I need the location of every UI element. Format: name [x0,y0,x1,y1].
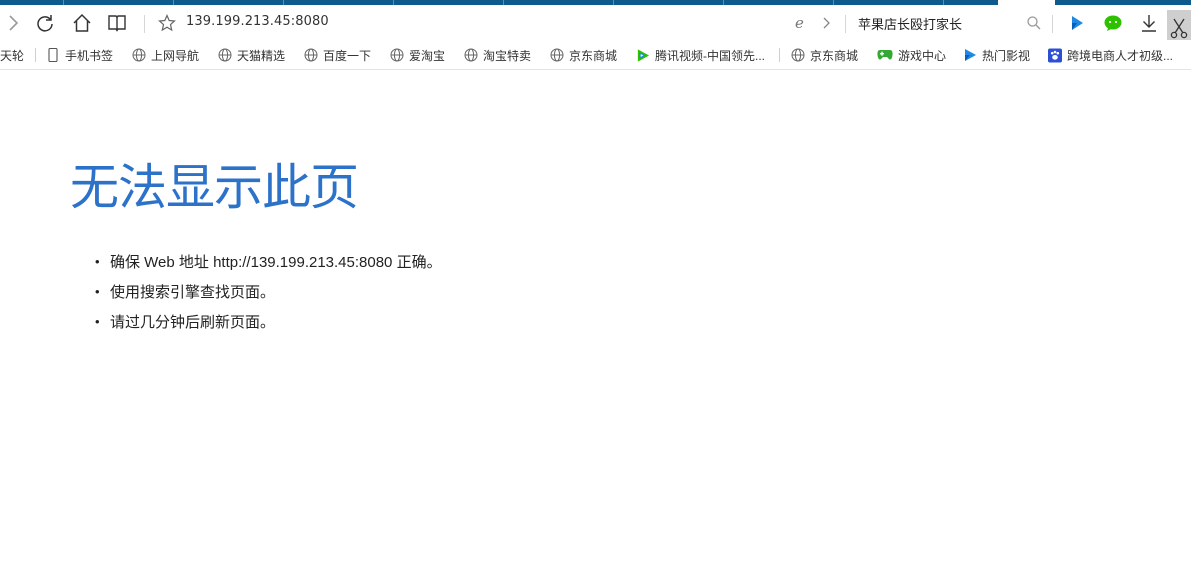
favorite-item[interactable]: 天轮 [0,46,24,64]
favorite-item[interactable]: 爱淘宝 [390,46,445,64]
globe-icon [791,48,805,62]
suggestion-text: 请过几分钟后刷新页面。 [110,313,276,331]
expand-button[interactable] [813,10,839,36]
favorite-item[interactable]: 腾讯视频-中国领先... [636,46,765,64]
bullet-icon: • [95,283,100,299]
favorite-label: 腾讯视频-中国领先... [655,48,765,63]
favorite-item[interactable]: 京东商城 [550,46,617,64]
bullet-icon: • [95,253,100,269]
video-button[interactable] [1064,10,1090,36]
book-icon [108,15,126,32]
phone-icon [46,48,60,62]
wechat-button[interactable] [1100,10,1126,36]
download-button[interactable] [1136,10,1162,36]
star-icon [158,14,176,32]
favorite-label: 淘宝特卖 [483,48,532,63]
chevron-right-icon [9,15,19,31]
paw-icon [1048,48,1062,62]
favorite-item[interactable]: 百度一下 [304,46,371,64]
favorites-divider [779,48,780,62]
favorite-label: 京东商城 [810,48,859,63]
play-icon [963,48,977,62]
favorite-label: 京东商城 [569,48,618,63]
favorite-item[interactable]: 上网导航 [132,46,199,64]
favorite-label: 热门影视 [982,48,1031,63]
favorite-label: 爱淘宝 [409,48,446,63]
search-button[interactable] [1021,10,1047,36]
favorite-label: 跨境电商人才初级... [1067,48,1174,63]
chevron-right-icon [823,17,830,29]
bullet-icon: • [95,313,100,329]
favorite-label: 游戏中心 [898,48,947,63]
favorite-item[interactable]: 京东商城 [791,46,858,64]
toolbar-divider [845,15,846,33]
favorite-label: 手机书签 [65,48,114,63]
favorite-item[interactable]: 淘宝特卖 [464,46,531,64]
favorite-item[interactable]: 热门影视 [963,46,1030,64]
globe-icon [132,48,146,62]
scissors-icon [1170,18,1188,38]
search-box[interactable]: 苹果店长殴打家长 [858,14,962,33]
list-item: • 请过几分钟后刷新页面。 [95,306,442,336]
wechat-icon [1104,15,1122,31]
suggestion-text: 确保 Web 地址 http://139.199.213.45:8080 正确。 [110,253,442,271]
download-icon [1142,15,1156,32]
home-button[interactable] [69,10,95,36]
favorite-label: 天轮 [0,48,25,63]
refresh-button[interactable] [32,10,58,36]
ie-icon: e [795,15,804,31]
globe-icon [550,48,564,62]
favorite-label: 上网导航 [151,48,200,63]
svg-text:e: e [795,15,804,31]
play-icon [1072,16,1083,30]
reading-view-button[interactable] [104,10,130,36]
favorite-item[interactable]: 天猫精选 [218,46,285,64]
forward-button[interactable] [0,10,26,36]
gamepad-icon [877,48,893,62]
favorite-item[interactable]: 游戏中心 [877,46,946,64]
ie-mode-button[interactable]: e [788,10,814,36]
favorites-divider [35,48,36,62]
home-icon [73,13,91,32]
suggestion-list: • 确保 Web 地址 http://139.199.213.45:8080 正确… [95,246,442,336]
favorite-star-button[interactable] [154,10,180,36]
search-icon [1027,16,1041,30]
tencent-video-icon [636,48,650,62]
favorite-item[interactable]: 手机书签 [46,46,113,64]
toolbar-divider [144,15,145,33]
favorite-label: 百度一下 [323,48,372,63]
list-item: • 使用搜索引擎查找页面。 [95,276,442,306]
globe-icon [304,48,318,62]
address-bar[interactable]: 139.199.213.45:8080 [186,14,329,29]
globe-icon [218,48,232,62]
refresh-icon [37,15,53,32]
suggestion-text: 使用搜索引擎查找页面。 [110,283,276,301]
toolbar-divider [1052,15,1053,33]
page-title: 无法显示此页 [70,159,359,216]
toolbar: 139.199.213.45:8080 e 苹果店长殴打家长 [0,5,1191,45]
globe-icon [464,48,478,62]
favorites-bar: 天轮 手机书签 上网导航 天猫精选 百度一下 爱淘宝 淘宝特卖 京东商城 腾讯视… [0,40,1191,70]
favorite-item[interactable]: 跨境电商人才初级... [1048,46,1173,64]
list-item: • 确保 Web 地址 http://139.199.213.45:8080 正确… [95,246,442,276]
favorite-label: 天猫精选 [237,48,286,63]
globe-icon [390,48,404,62]
